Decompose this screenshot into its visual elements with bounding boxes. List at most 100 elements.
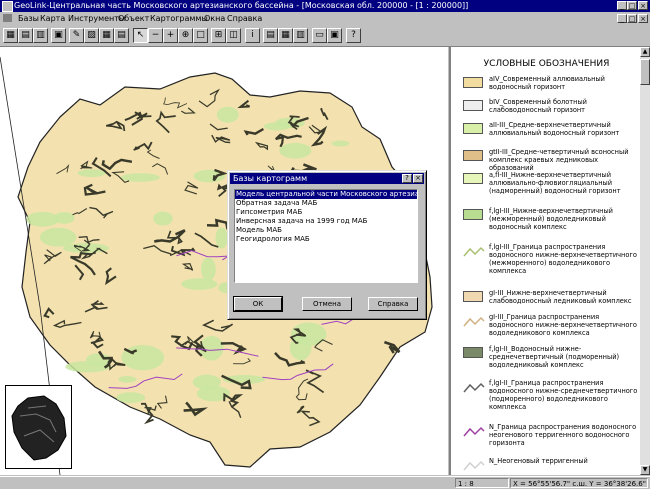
- legend-line-icon: [463, 460, 485, 472]
- map-green-patch: [216, 106, 239, 123]
- cartogram-list-item[interactable]: Модель центральной части Московского арт…: [235, 190, 417, 199]
- legend-line-icon: [463, 316, 485, 328]
- cancel-button[interactable]: Отмена: [302, 297, 352, 311]
- legend-label: N_Неогеновый терригенный: [489, 457, 588, 465]
- legend-label: gI-III_Граница распространения водоносно…: [489, 313, 637, 337]
- legend-label: f,lgI-III_Нижне-верхнечетвертичный (межм…: [489, 207, 613, 231]
- ok-button[interactable]: ОК: [233, 296, 283, 312]
- overview-map[interactable]: [5, 385, 72, 469]
- info-button[interactable]: i: [245, 28, 260, 43]
- menu-tools[interactable]: Инструменты: [68, 12, 125, 25]
- scroll-up-arrow-icon[interactable]: ▲: [640, 47, 650, 57]
- print-button[interactable]: ▤: [114, 28, 129, 43]
- legend-label: gI-III_Нижне-верхнечетвертичный слабовод…: [489, 289, 632, 305]
- close-button[interactable]: ×: [638, 1, 648, 10]
- grid-button[interactable]: ▥: [293, 28, 308, 43]
- map-green-patch: [39, 227, 77, 247]
- dialog-title-bar[interactable]: Базы картограмм ? ×: [230, 173, 424, 184]
- cartogram-list-item[interactable]: Модель МАБ: [235, 226, 417, 235]
- legend-label: a,fI-III_Нижне-верхнечетвертичный аллюви…: [489, 171, 621, 195]
- pan-button[interactable]: □: [193, 28, 208, 43]
- legend-label: f,lgI-III_Граница распространения водоно…: [489, 243, 637, 275]
- legend-label: aII-III_Средне-верхнечетвертичный аллюви…: [489, 121, 620, 137]
- map-green-patch: [65, 361, 110, 373]
- cartogram-list-item[interactable]: Геогидрология МАБ: [235, 235, 417, 244]
- map-green-patch: [215, 227, 228, 249]
- map-green-patch: [153, 211, 173, 226]
- legend-swatch: [463, 100, 483, 111]
- menu-map[interactable]: Карта: [40, 12, 65, 25]
- legend-swatch: [463, 291, 483, 302]
- map-green-patch: [331, 140, 350, 147]
- app-icon: [2, 1, 13, 12]
- edit-object-button[interactable]: ✎: [69, 28, 84, 43]
- map-green-patch: [263, 122, 291, 131]
- doc-minimize-button[interactable]: _: [617, 14, 627, 23]
- cartogram-bases-dialog: Базы картограмм ? × Модель центральной ч…: [227, 170, 427, 320]
- legend-swatch: [463, 77, 483, 88]
- menu-windows[interactable]: Окна: [204, 12, 225, 25]
- legend-line-icon: [463, 382, 485, 394]
- zoom-in-button[interactable]: +: [163, 28, 178, 43]
- legend-label: gtII-III_Средне-четвертичный всоносный к…: [489, 148, 629, 172]
- zoom-out-button[interactable]: −: [148, 28, 163, 43]
- legend-label: N_Граница распространения водоносного не…: [489, 423, 637, 447]
- menu-help[interactable]: Справка: [227, 12, 262, 25]
- zoom-window-button[interactable]: ⊕: [178, 28, 193, 43]
- document-icon[interactable]: [3, 14, 12, 22]
- title-bar: GeoLink-Центральная часть Московского ар…: [0, 0, 650, 12]
- cartogram-list-item[interactable]: Обратная задача МАБ: [235, 199, 417, 208]
- layers-button[interactable]: ▤: [18, 28, 33, 43]
- menu-object[interactable]: Объект: [118, 12, 149, 25]
- legend-swatch: [463, 347, 483, 358]
- table-button[interactable]: ▦: [99, 28, 114, 43]
- doc-restore-button[interactable]: □: [627, 14, 637, 23]
- cartogram-list[interactable]: Модель центральной части Московского арт…: [234, 189, 418, 283]
- overview-drawing: [11, 395, 67, 461]
- map-green-patch: [26, 211, 60, 227]
- open-map-button[interactable]: ▦: [3, 28, 18, 43]
- pointer-button[interactable]: ↖: [133, 28, 148, 43]
- select-region-button[interactable]: ◫: [226, 28, 241, 43]
- help-button[interactable]: ?: [346, 28, 361, 43]
- export-button[interactable]: ▣: [327, 28, 342, 43]
- minimize-button[interactable]: _: [617, 1, 627, 10]
- legend-scrollbar[interactable]: ▲ ▼: [640, 47, 650, 475]
- window-title: GeoLink-Центральная часть Московского ар…: [14, 1, 469, 10]
- map-green-patch: [54, 211, 75, 224]
- copy-map-button[interactable]: ▥: [33, 28, 48, 43]
- maximize-button[interactable]: □: [627, 1, 637, 10]
- map-tool-button[interactable]: ▣: [51, 28, 66, 43]
- status-coordinates: X = 56°55'56.7" с.ш. Y = 36°38'26.6" в.д…: [510, 478, 648, 488]
- map-green-patch: [116, 392, 146, 403]
- help-button[interactable]: Справка: [368, 297, 418, 311]
- dialog-help-icon[interactable]: ?: [402, 174, 412, 183]
- scroll-down-arrow-icon[interactable]: ▼: [640, 465, 650, 475]
- legend-toggle-button[interactable]: ▦: [278, 28, 293, 43]
- cartogram-list-item[interactable]: Инверсная задача на 1999 год МАБ: [235, 217, 417, 226]
- chart-button[interactable]: ▨: [84, 28, 99, 43]
- legend-label: aIV_Современный аллювиальный водоносный …: [489, 75, 605, 91]
- scroll-thumb[interactable]: [640, 59, 650, 85]
- print-preview-button[interactable]: ▭: [312, 28, 327, 43]
- map-green-patch: [118, 376, 137, 383]
- menu-bar: Базы Карта Инструменты Объект Картограмм…: [0, 12, 650, 25]
- menu-cartograms[interactable]: Картограммы: [150, 12, 208, 25]
- legend-label: f,lgI-II_Водоносный нижне-среднечетверти…: [489, 345, 620, 369]
- menu-bases[interactable]: Базы: [18, 12, 39, 25]
- status-bar: 1 : 8 X = 56°55'56.7" с.ш. Y = 36°38'26.…: [0, 476, 650, 489]
- map-green-patch: [120, 173, 160, 182]
- dialog-close-icon[interactable]: ×: [413, 174, 423, 183]
- legend-swatch: [463, 209, 483, 220]
- doc-close-button[interactable]: ×: [638, 14, 648, 23]
- attributes-button[interactable]: ▤: [263, 28, 278, 43]
- legend-title: УСЛОВНЫЕ ОБОЗНАЧЕНИЯ: [483, 59, 610, 69]
- map-green-patch: [77, 169, 106, 178]
- dialog-title: Базы картограмм: [233, 174, 308, 183]
- map-green-patch: [279, 142, 312, 159]
- measure-button[interactable]: ⊞: [211, 28, 226, 43]
- legend-swatch: [463, 173, 483, 184]
- cartogram-list-item[interactable]: Гипсометрия МАБ: [235, 208, 417, 217]
- legend-panel: УСЛОВНЫЕ ОБОЗНАЧЕНИЯ aIV_Современный алл…: [449, 47, 642, 475]
- overview-region-shape: [11, 395, 67, 461]
